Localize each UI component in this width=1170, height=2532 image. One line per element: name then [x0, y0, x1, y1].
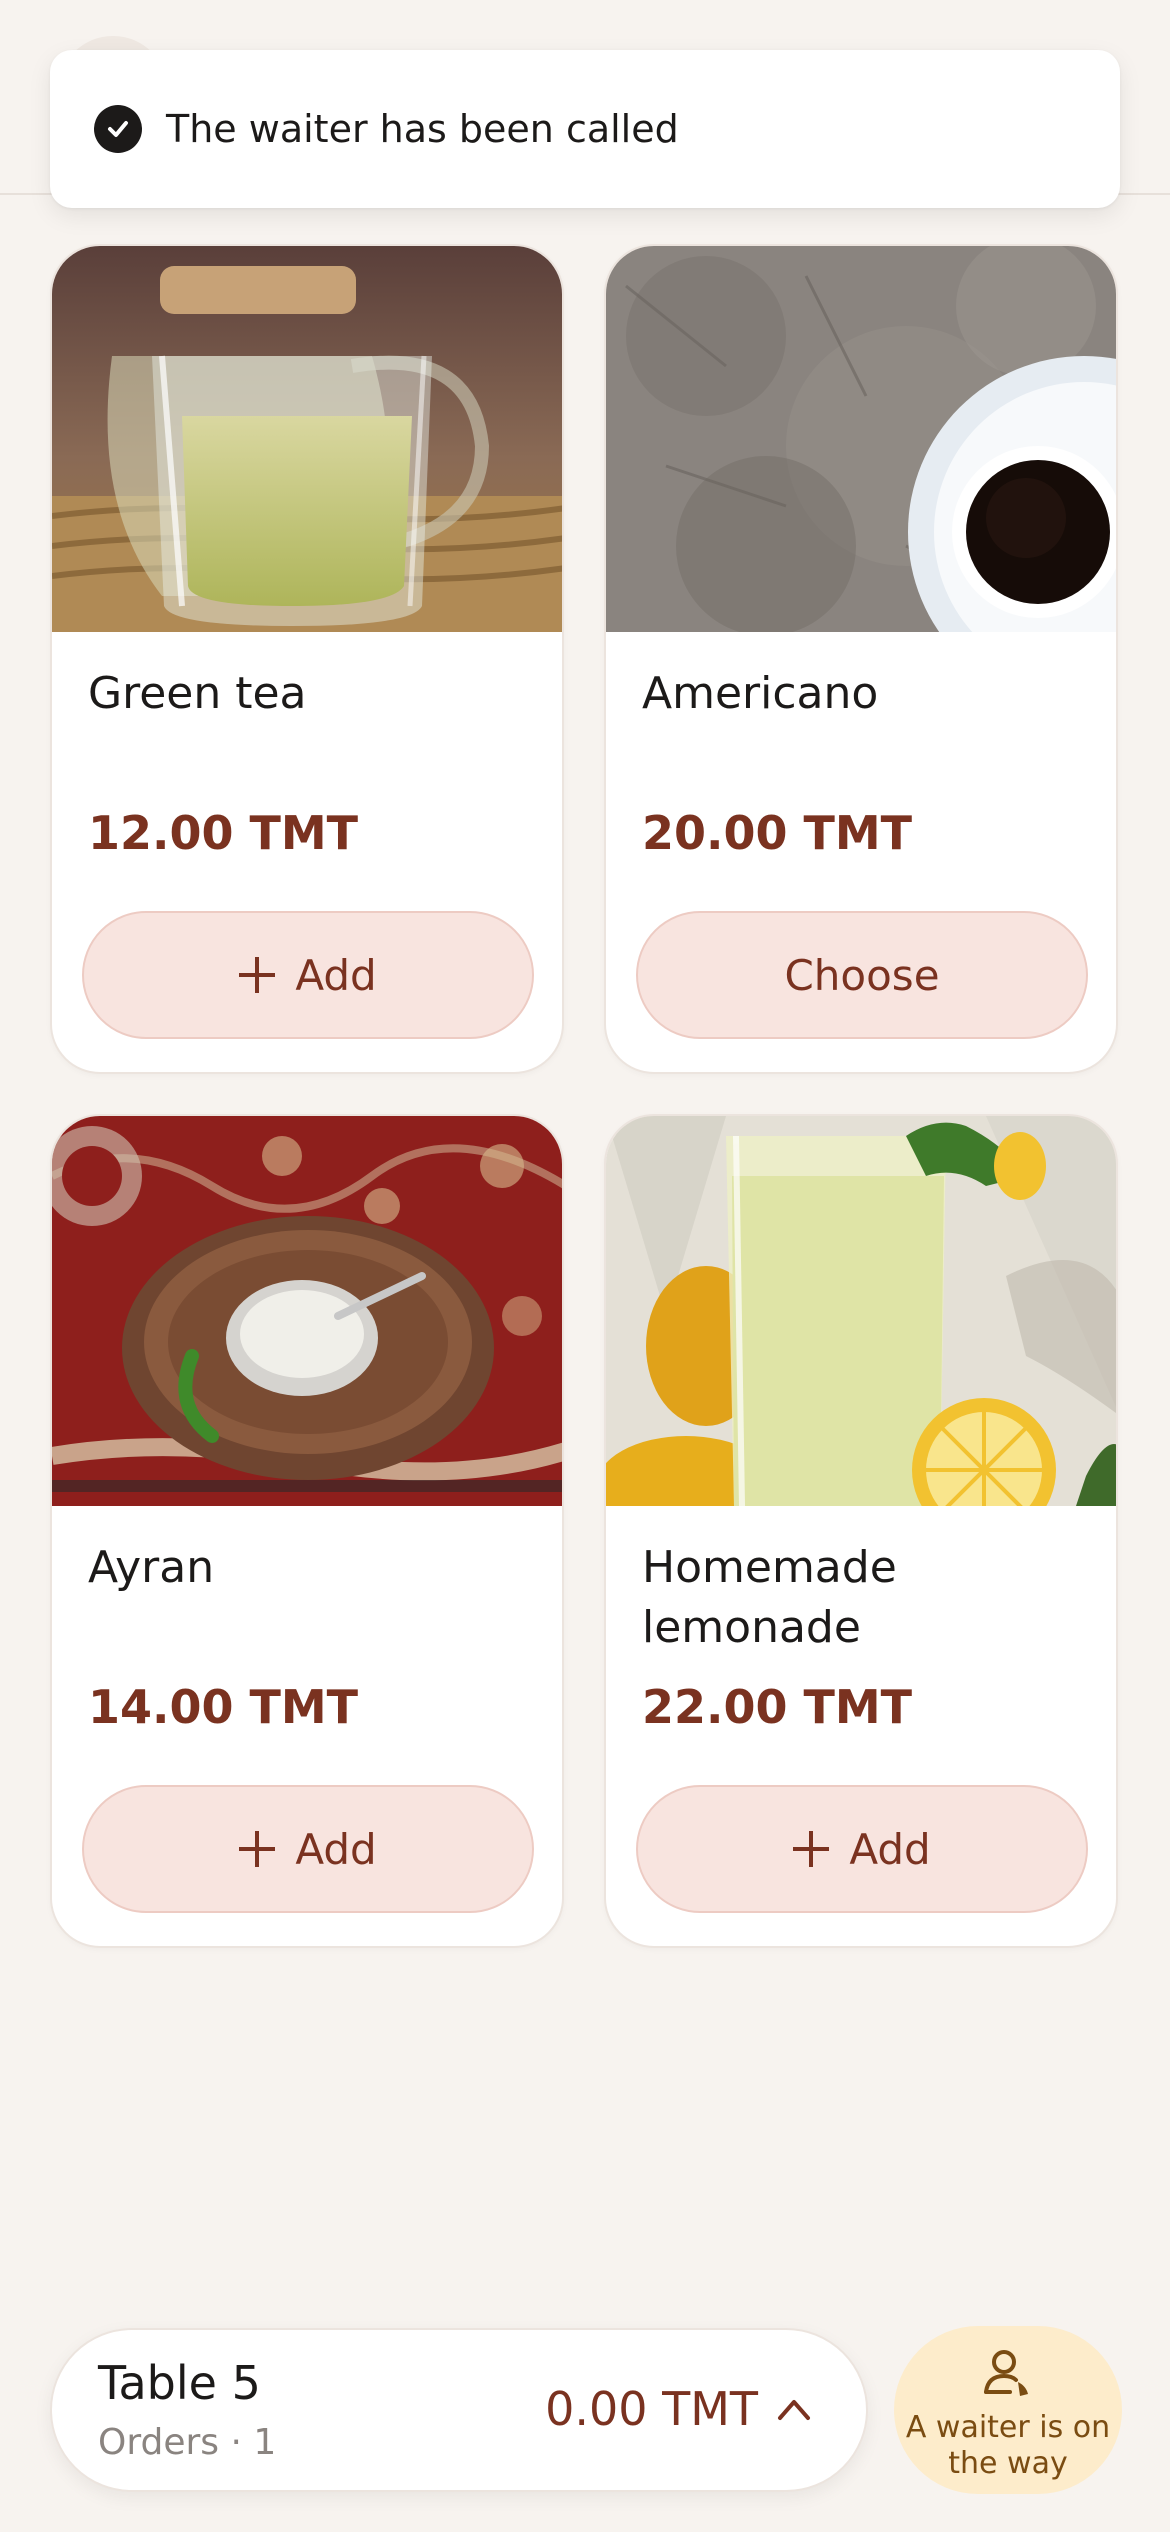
product-name: Homemade lemonade [642, 1542, 897, 1653]
add-button[interactable]: Add [82, 911, 534, 1039]
product-price: 20.00 TMT [642, 806, 913, 860]
chevron-up-icon[interactable] [774, 2390, 814, 2430]
product-price: 12.00 TMT [88, 806, 359, 860]
plus-icon [239, 957, 276, 993]
orders-count: Orders · 1 [98, 2422, 277, 2463]
product-card-ayran[interactable]: Ayran 14.00 TMT Add [50, 1114, 564, 1948]
toast-notification: The waiter has been called [50, 50, 1120, 208]
americano-image [606, 246, 1116, 632]
add-button[interactable]: Add [636, 1785, 1088, 1913]
product-price: 14.00 TMT [88, 1680, 359, 1734]
order-total: 0.00 TMT [545, 2382, 758, 2436]
plus-icon [793, 1831, 830, 1867]
add-button-label: Add [295, 1824, 377, 1874]
waiter-status-label: A waiter is on the way [905, 2410, 1111, 2481]
product-price: 22.00 TMT [642, 1680, 913, 1734]
add-button[interactable]: Add [82, 1785, 534, 1913]
check-circle-icon [94, 105, 142, 153]
waiter-bell-icon [984, 2350, 1028, 2396]
waiter-status-button[interactable]: A waiter is on the way [894, 2326, 1122, 2494]
choose-button-label: Choose [784, 950, 940, 1000]
add-button-label: Add [849, 1824, 931, 1874]
add-button-label: Add [295, 950, 377, 1000]
product-card-homemade-lemonade[interactable]: Homemade lemonade 22.00 TMT Add [604, 1114, 1118, 1948]
product-name: Americano [642, 668, 879, 719]
toast-message: The waiter has been called [166, 107, 679, 151]
product-name: Green tea [88, 668, 307, 719]
lemonade-image [606, 1116, 1116, 1506]
table-name: Table 5 [98, 2356, 261, 2410]
order-summary-bar[interactable]: Table 5 Orders · 1 0.00 TMT [50, 2328, 868, 2492]
green-tea-image [52, 246, 562, 632]
ayran-image [52, 1116, 562, 1506]
choose-button[interactable]: Choose [636, 911, 1088, 1039]
product-card-americano[interactable]: Americano 20.00 TMT Choose [604, 244, 1118, 1074]
plus-icon [239, 1831, 276, 1867]
product-card-green-tea[interactable]: Green tea 12.00 TMT Add [50, 244, 564, 1074]
product-name: Ayran [88, 1542, 215, 1593]
